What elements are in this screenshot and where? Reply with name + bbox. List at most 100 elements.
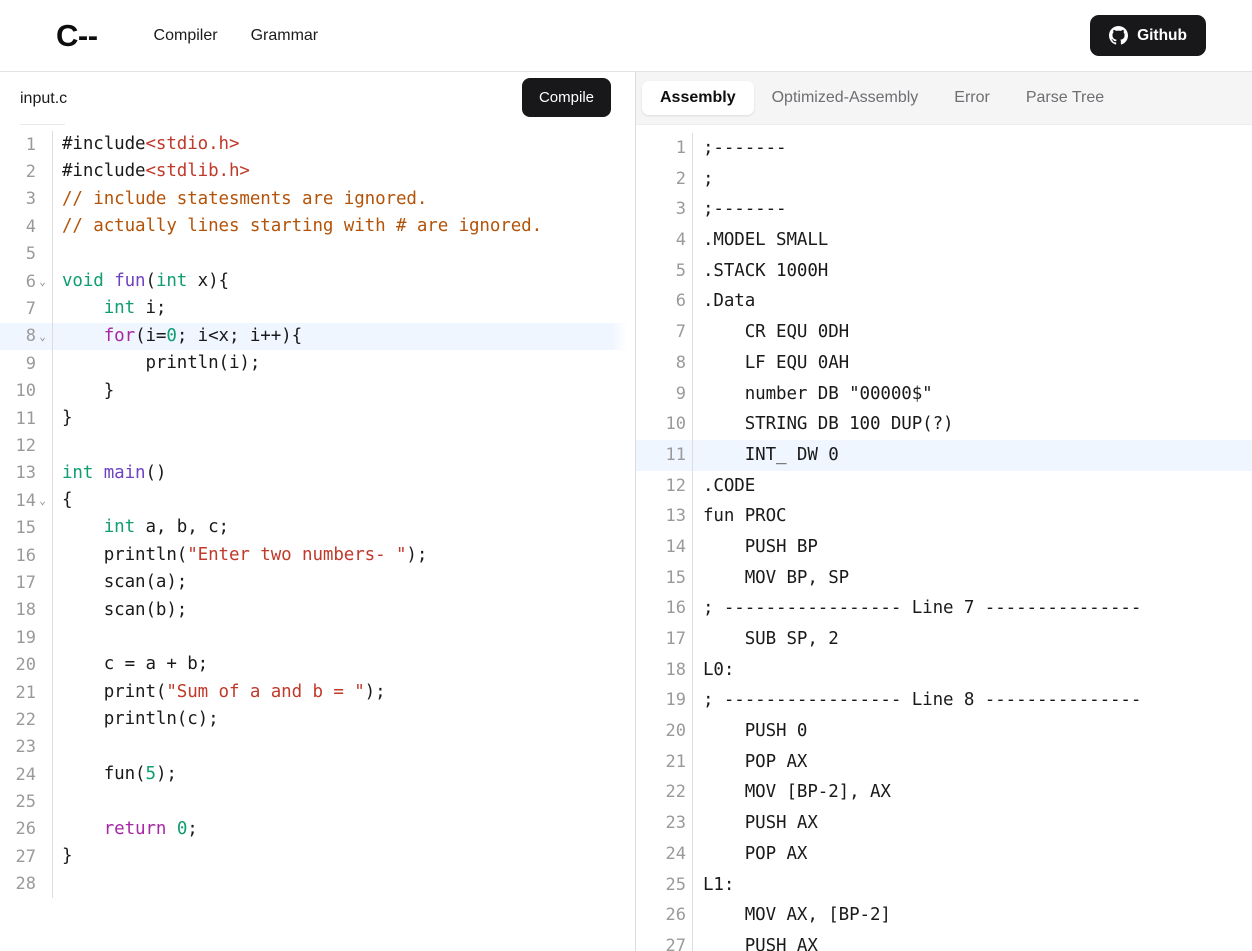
assembly-line-number: 6 bbox=[675, 291, 686, 312]
assembly-line[interactable]: 15 MOV BP, SP bbox=[636, 562, 1252, 594]
source-line[interactable]: 22⌄ println(c); bbox=[0, 706, 635, 734]
assembly-line[interactable]: 2; bbox=[636, 163, 1252, 195]
assembly-line[interactable]: 21 POP AX bbox=[636, 746, 1252, 778]
source-line[interactable]: 21⌄ print("Sum of a and b = "); bbox=[0, 678, 635, 707]
assembly-line-text: PUSH 0 bbox=[703, 721, 808, 742]
source-line[interactable]: 8 ⌄ for(i=0; i<x; i++){ bbox=[0, 322, 635, 351]
source-line[interactable]: 18⌄ scan(b); bbox=[0, 596, 635, 625]
source-line[interactable]: 19⌄ bbox=[0, 624, 635, 652]
source-line-number: 20⌄ bbox=[15, 655, 36, 676]
assembly-line-text: ; bbox=[703, 168, 714, 189]
source-line[interactable]: 20⌄ c = a + b; bbox=[0, 651, 635, 679]
assembly-line[interactable]: 12 .CODE bbox=[636, 470, 1252, 502]
assembly-line[interactable]: 17 SUB SP, 2 bbox=[636, 624, 1252, 655]
assembly-line[interactable]: 3 ;------- bbox=[636, 194, 1252, 226]
source-line[interactable]: 10⌄ } bbox=[0, 377, 635, 405]
source-line-text: for(i=0; i<x; i++){ bbox=[103, 325, 303, 346]
assembly-line[interactable]: 25 L1: bbox=[636, 869, 1252, 901]
source-line[interactable]: 14 ⌄ { bbox=[0, 487, 635, 515]
source-line-number: 16⌄ bbox=[15, 545, 36, 566]
source-line[interactable]: 9⌄ println(i); bbox=[0, 350, 635, 378]
tab-parse-tree[interactable]: Parse Tree bbox=[1008, 81, 1122, 115]
source-line[interactable]: 1⌄ #include<stdio.h> bbox=[0, 131, 635, 159]
top-navbar: C-- Compiler Grammar Github bbox=[0, 0, 1252, 72]
assembly-line[interactable]: 5 .STACK 1000H bbox=[636, 255, 1252, 287]
assembly-line-text: PUSH BP bbox=[703, 536, 818, 557]
assembly-line-text: INT_ DW 0 bbox=[703, 444, 839, 465]
source-line-text: println(c); bbox=[62, 709, 219, 730]
tab-assembly[interactable]: Assembly bbox=[642, 81, 754, 115]
github-button[interactable]: Github bbox=[1090, 15, 1206, 56]
assembly-line[interactable]: 16 ; ----------------- Line 7 -----------… bbox=[636, 593, 1252, 624]
assembly-line[interactable]: 23 PUSH AX bbox=[636, 808, 1252, 839]
assembly-line[interactable]: 24 POP AX bbox=[636, 838, 1252, 870]
source-line-number: 24⌄ bbox=[15, 764, 36, 785]
source-line[interactable]: 12⌄ bbox=[0, 432, 635, 460]
chevron-down-icon[interactable]: ⌄ bbox=[36, 323, 49, 350]
assembly-line[interactable]: 14 PUSH BP bbox=[636, 531, 1252, 563]
app-logo[interactable]: C-- bbox=[56, 20, 98, 51]
assembly-line[interactable]: 19 ; ----------------- Line 8 -----------… bbox=[636, 685, 1252, 717]
source-line[interactable]: 3⌄ // include statesments are ignored. bbox=[0, 185, 635, 214]
assembly-line[interactable]: 10 STRING DB 100 DUP(?) bbox=[636, 409, 1252, 440]
source-line[interactable]: 5⌄ bbox=[0, 240, 635, 268]
source-line[interactable]: 23⌄ bbox=[0, 733, 635, 761]
source-line-text: int main() bbox=[62, 462, 167, 483]
source-line[interactable]: 11⌄} bbox=[0, 404, 635, 433]
source-line[interactable]: 25⌄ bbox=[0, 788, 635, 816]
assembly-line-number: 8 bbox=[675, 352, 686, 373]
assembly-line[interactable]: 13 fun PROC bbox=[636, 501, 1252, 532]
source-line-number: 10⌄ bbox=[15, 381, 36, 402]
chevron-down-icon[interactable]: ⌄ bbox=[36, 487, 49, 514]
assembly-line-number: 26 bbox=[665, 905, 686, 926]
tab-optimized-assembly[interactable]: Optimized-Assembly bbox=[754, 81, 937, 115]
assembly-line[interactable]: 4 .MODEL SMALL bbox=[636, 225, 1252, 256]
assembly-line-number: 21 bbox=[665, 751, 686, 772]
source-line[interactable]: 17⌄ scan(a); bbox=[0, 569, 635, 597]
assembly-output-area[interactable]: 1 ;------- 2; 3 ;------- 4 .MODEL SMALL 5 .STACK… bbox=[636, 125, 1252, 951]
compile-button[interactable]: Compile bbox=[521, 78, 611, 117]
source-line[interactable]: 15⌄ int a, b, c; bbox=[0, 514, 635, 542]
source-line-text: } bbox=[62, 380, 115, 401]
source-line[interactable]: 4⌄ // actually lines starting with # are … bbox=[0, 213, 635, 241]
assembly-line[interactable]: 1 ;------- bbox=[636, 133, 1252, 164]
source-line[interactable]: 27⌄} bbox=[0, 843, 635, 871]
source-code-area[interactable]: 1⌄ #include<stdio.h> 2⌄ #include<stdlib.h> 3… bbox=[0, 125, 635, 951]
source-line-number: 28⌄ bbox=[15, 874, 36, 895]
source-line-text bbox=[53, 241, 72, 268]
source-line[interactable]: 28⌄ bbox=[0, 870, 635, 898]
source-line[interactable]: 16⌄ println("Enter two numbers- "); bbox=[0, 541, 635, 570]
source-line-text: println("Enter two numbers- "); bbox=[62, 544, 428, 565]
assembly-line-number: 10 bbox=[665, 414, 686, 435]
source-line-text: println(i); bbox=[62, 353, 261, 374]
assembly-line[interactable]: 8 LF EQU 0AH bbox=[636, 347, 1252, 379]
source-line[interactable]: 24⌄ fun(5); bbox=[0, 760, 635, 789]
assembly-line[interactable]: 7 CR EQU 0DH bbox=[636, 317, 1252, 348]
nav-link-grammar[interactable]: Grammar bbox=[251, 27, 319, 45]
assembly-line[interactable]: 6 .Data bbox=[636, 286, 1252, 318]
chevron-down-icon[interactable]: ⌄ bbox=[36, 268, 49, 295]
assembly-line[interactable]: 11 INT_ DW 0 bbox=[636, 439, 1252, 471]
assembly-line[interactable]: 18 L0: bbox=[636, 654, 1252, 686]
assembly-line[interactable]: 27 PUSH AX bbox=[636, 930, 1252, 951]
tab-error[interactable]: Error bbox=[936, 81, 1008, 115]
assembly-line[interactable]: 22 MOV [BP-2], AX bbox=[636, 777, 1252, 809]
source-line-number: 13⌄ bbox=[15, 463, 36, 484]
assembly-line-number: 3 bbox=[675, 199, 686, 220]
assembly-line-text: POP AX bbox=[703, 843, 808, 864]
assembly-line[interactable]: 26 MOV AX, [BP-2] bbox=[636, 900, 1252, 931]
source-line[interactable]: 13⌄ int main() bbox=[0, 459, 635, 488]
assembly-line-number: 22 bbox=[665, 782, 686, 803]
nav-link-compiler[interactable]: Compiler bbox=[154, 27, 218, 45]
source-line[interactable]: 7⌄ int i; bbox=[0, 295, 635, 323]
source-line[interactable]: 2⌄ #include<stdlib.h> bbox=[0, 158, 635, 186]
source-line-text: } bbox=[62, 407, 73, 428]
assembly-line[interactable]: 9 number DB "00000$" bbox=[636, 378, 1252, 410]
assembly-line-text: ; ----------------- Line 8 -------------… bbox=[703, 690, 1142, 711]
source-line-text: void fun(int x){ bbox=[62, 270, 229, 291]
assembly-line[interactable]: 20 PUSH 0 bbox=[636, 716, 1252, 747]
source-line[interactable]: 26⌄ return 0; bbox=[0, 815, 635, 844]
source-line-text: scan(b); bbox=[62, 599, 188, 620]
source-line-number: 14 ⌄ bbox=[0, 487, 52, 515]
source-line[interactable]: 6 ⌄ void fun(int x){ bbox=[0, 267, 635, 296]
